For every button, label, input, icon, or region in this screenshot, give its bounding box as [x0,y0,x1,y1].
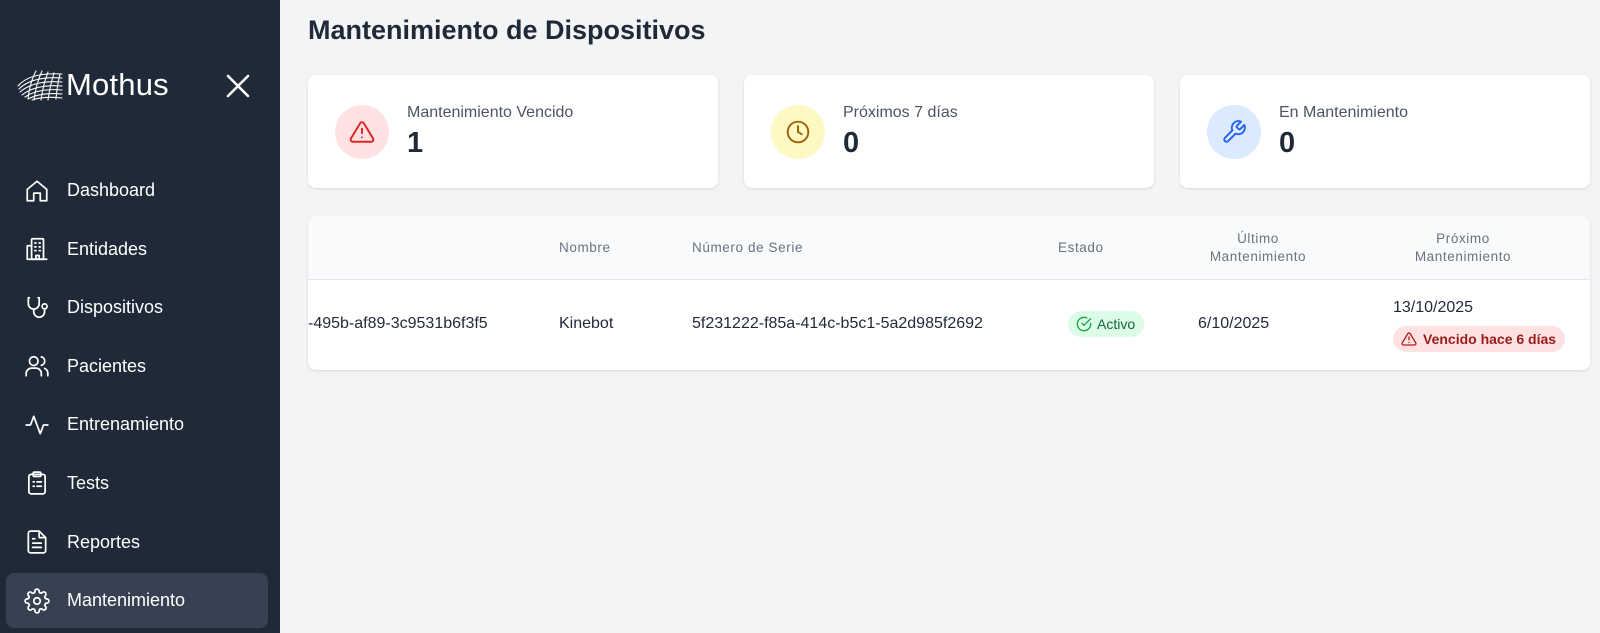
building-icon [23,235,51,263]
activity-icon [23,411,51,439]
column-header-text: Próximo [1436,231,1490,246]
sidebar-item-entidades[interactable]: Entidades [6,222,268,277]
table-header: Nombre Número de Serie Estado Último Man… [308,216,1590,280]
sidebar-item-reportes[interactable]: Reportes [6,515,268,570]
stat-card-upcoming: Próximos 7 días 0 [744,75,1154,188]
status-badge: Activo [1068,311,1145,337]
column-header-nombre[interactable]: Nombre [559,239,611,257]
stethoscope-icon [23,294,51,322]
stat-value: 0 [1279,127,1296,159]
close-sidebar-button[interactable] [220,68,256,104]
sidebar-item-mantenimiento[interactable]: Mantenimiento [6,573,268,629]
sidebar-item-label: Mantenimiento [67,590,186,611]
stat-card-overdue: Mantenimiento Vencido 1 [308,75,718,188]
stat-card-in-maintenance: En Mantenimiento 0 [1180,75,1590,188]
gear-icon [23,587,51,615]
sidebar-item-label: Reportes [67,531,141,552]
sidebar-nav: Dashboard Entidades Dispositivos Pacient… [6,163,268,632]
column-header-proximo[interactable]: Próximo Mantenimiento [1393,230,1533,266]
mothus-logo-icon [17,70,63,101]
sidebar-item-entrenamiento[interactable]: Entrenamiento [6,397,268,452]
column-header-ultimo[interactable]: Último Mantenimiento [1188,230,1328,266]
overdue-badge-label: Vencido hace 6 días [1423,331,1557,347]
sidebar-item-pacientes[interactable]: Pacientes [6,339,268,394]
cell-nombre: Kinebot [559,315,614,332]
home-icon [23,177,51,205]
column-header-text: Mantenimiento [1209,249,1307,264]
alert-triangle-icon [335,105,389,159]
file-text-icon [23,528,51,556]
cell-id: -495b-af89-3c9531b6f3f5 [308,315,488,332]
stat-value: 0 [843,127,860,159]
users-icon [23,352,51,380]
cell-ultimo: 6/10/2025 [1198,315,1270,332]
sidebar-item-dispositivos[interactable]: Dispositivos [6,280,268,335]
wrench-icon [1207,105,1261,159]
brand-name: Mothus [66,67,169,102]
check-circle-icon [1076,316,1092,332]
cell-proximo: 13/10/2025 [1393,299,1474,316]
sidebar-item-tests[interactable]: Tests [6,456,268,511]
sidebar-item-label: Dispositivos [67,297,164,318]
sidebar-item-label: Dashboard [67,180,156,200]
overdue-badge: Vencido hace 6 días [1393,326,1566,352]
sidebar-item-label: Pacientes [67,355,147,376]
close-icon [226,74,250,98]
devices-table: Nombre Número de Serie Estado Último Man… [308,216,1590,370]
clock-icon [771,105,825,159]
alert-triangle-icon [1401,332,1417,346]
sidebar-item-label: Entidades [67,238,148,259]
stat-label: Mantenimiento Vencido [407,104,574,121]
cell-serie: 5f231222-f85a-414c-b5c1-5a2d985f2692 [692,315,983,332]
column-header-estado[interactable]: Estado [1058,239,1104,257]
stat-label: En Mantenimiento [1279,104,1408,121]
sidebar: Mothus Dashboard Entidades Dispositivos [0,0,280,633]
column-header-text: Mantenimiento [1414,249,1512,264]
column-header-text: Último [1237,231,1279,246]
sidebar-item-label: Entrenamiento [67,414,185,435]
main-content: Mantenimiento de Dispositivos Mantenimie… [280,0,1600,633]
sidebar-item-label: Tests [67,472,110,493]
brand-logo[interactable]: Mothus [16,66,169,104]
column-header-serie[interactable]: Número de Serie [692,239,803,257]
clipboard-list-icon [23,469,51,497]
stat-value: 1 [407,127,424,159]
page-title: Mantenimiento de Dispositivos [308,15,706,45]
sidebar-item-dashboard[interactable]: Dashboard [6,163,268,218]
stat-label: Próximos 7 días [843,104,958,121]
status-badge-label: Activo [1097,316,1136,332]
